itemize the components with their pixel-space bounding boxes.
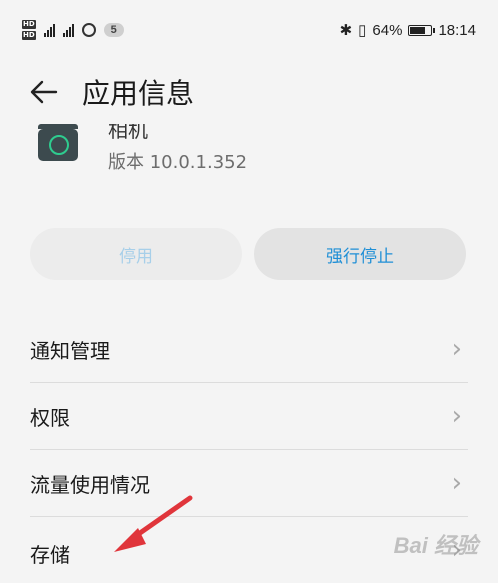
app-name: 相机	[108, 124, 148, 142]
status-left: HD HD 5	[22, 20, 124, 40]
back-arrow-icon[interactable]	[22, 70, 66, 114]
alarm-icon	[81, 23, 96, 37]
notification-count-badge: 5	[103, 23, 124, 37]
page-title: 应用信息	[82, 77, 195, 110]
chevron-right-icon: ›	[451, 468, 462, 498]
signal-icon	[43, 23, 55, 37]
app-version: 版本 10.0.1.352	[108, 152, 248, 173]
app-info: 相机 版本 10.0.1.352	[0, 124, 498, 184]
battery-icon	[408, 24, 436, 36]
disable-button[interactable]: 停用	[30, 228, 242, 280]
menu-item-data-usage[interactable]: 流量使用情况 ›	[30, 450, 468, 517]
force-stop-button[interactable]: 强行停止	[254, 228, 466, 280]
hd-icon: HD	[22, 31, 36, 40]
annotation-arrow-icon	[114, 495, 193, 552]
camera-icon	[38, 124, 78, 161]
menu-item-label: 通知管理	[30, 338, 110, 363]
menu-item-label: 权限	[30, 405, 70, 430]
back-arrow-icon	[30, 80, 58, 104]
watermark: Bai 经验	[393, 533, 478, 558]
vibrate-icon: ▯	[358, 22, 367, 39]
menu-item-permissions[interactable]: 权限 ›	[30, 383, 468, 450]
chevron-right-icon: ›	[451, 401, 462, 431]
hd-indicators: HD HD	[22, 20, 36, 40]
bluetooth-icon: ✱	[339, 22, 353, 39]
menu-item-label: 存储	[30, 542, 70, 567]
menu-item-notification-management[interactable]: 通知管理 ›	[30, 316, 468, 383]
signal-icon	[62, 23, 74, 37]
title-bar: 应用信息	[0, 60, 498, 124]
chevron-right-icon: ›	[451, 334, 462, 364]
status-right: ✱ ▯ 64% 18:14	[339, 21, 476, 40]
clock: 18:14	[438, 21, 476, 39]
status-bar: HD HD 5 ✱ ▯ 64% 18:14	[0, 0, 498, 60]
hd-icon: HD	[22, 20, 36, 29]
battery-percent: 64%	[372, 21, 403, 39]
